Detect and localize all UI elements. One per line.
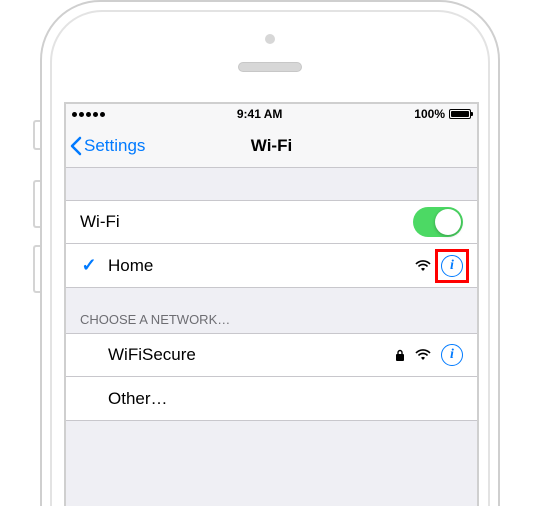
status-bar: 9:41 AM 100% <box>66 104 477 124</box>
signal-dots-icon <box>72 112 105 117</box>
choose-network-header: Choose a Network… <box>66 288 477 333</box>
other-label: Other… <box>108 389 463 409</box>
wifi-toggle-row[interactable]: Wi-Fi <box>66 200 477 244</box>
info-button[interactable]: i <box>441 344 463 366</box>
connected-network-row[interactable]: ✓ Home i <box>66 244 477 288</box>
screen: 9:41 AM 100% Settings Wi-Fi Wi-Fi <box>64 102 479 506</box>
wifi-icon <box>415 259 431 273</box>
phone-frame: 9:41 AM 100% Settings Wi-Fi Wi-Fi <box>40 0 500 506</box>
connected-network-name: Home <box>108 256 415 276</box>
battery-icon <box>449 109 471 119</box>
lock-icon <box>395 349 405 362</box>
status-time: 9:41 AM <box>237 107 283 121</box>
phone-camera <box>265 34 275 44</box>
wifi-toggle[interactable] <box>413 207 463 237</box>
chevron-left-icon <box>70 136 82 156</box>
checkmark-icon: ✓ <box>81 255 96 276</box>
info-button[interactable]: i <box>441 255 463 277</box>
back-label: Settings <box>84 136 145 156</box>
phone-speaker <box>238 62 302 72</box>
network-row[interactable]: WiFiSecure i <box>66 333 477 377</box>
battery-pct: 100% <box>414 107 445 121</box>
network-name: WiFiSecure <box>108 345 395 365</box>
other-network-row[interactable]: Other… <box>66 377 477 421</box>
back-button[interactable]: Settings <box>66 136 145 156</box>
wifi-icon <box>415 348 431 362</box>
wifi-toggle-label: Wi-Fi <box>80 212 413 232</box>
nav-bar: Settings Wi-Fi <box>66 124 477 168</box>
